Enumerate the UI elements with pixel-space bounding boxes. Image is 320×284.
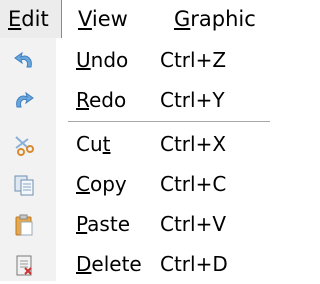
copy-label-post: opy (89, 172, 127, 196)
redo-label-mnemonic: R (76, 88, 89, 112)
menu-item-redo-label: Redo (76, 80, 126, 120)
menu-edit-mnemonic: E (8, 7, 22, 31)
menu-item-paste-shortcut: Ctrl+V (160, 212, 227, 236)
redo-label-post: edo (89, 88, 127, 112)
menu-item-undo-shortcut: Ctrl+Z (160, 48, 227, 72)
delete-icon (12, 253, 36, 277)
cut-label-pre: Cu (76, 132, 103, 156)
delete-label-post: elete (91, 252, 142, 276)
menu-item-redo[interactable]: Redo Ctrl+Y (0, 80, 270, 120)
menu-item-undo[interactable]: Undo Ctrl+Z (0, 40, 270, 80)
undo-label-post: ndo (90, 48, 129, 72)
menu-view-post: iew (91, 7, 128, 31)
menu-item-cut-label: Cut (76, 124, 110, 164)
menu-item-paste-label: Paste (76, 204, 130, 244)
paste-icon (12, 213, 36, 237)
menu-bar: Edit View Graphic (0, 0, 270, 38)
menu-item-copy-label: Copy (76, 164, 127, 204)
menu-graphic-post: raphic (190, 7, 256, 31)
menu-item-delete-shortcut: Ctrl+D (160, 252, 228, 276)
menu-item-cut-shortcut: Ctrl+X (160, 132, 227, 156)
menu-graphic[interactable]: Graphic (166, 0, 264, 38)
menu-view[interactable]: View (70, 0, 136, 38)
menu-separator (68, 121, 270, 122)
menu-item-paste[interactable]: Paste Ctrl+V (0, 204, 270, 244)
redo-icon (12, 89, 36, 113)
menu-item-redo-shortcut: Ctrl+Y (160, 88, 225, 112)
menu-graphic-mnemonic: G (174, 7, 191, 31)
paste-label-post: aste (87, 212, 130, 236)
menu-item-cut[interactable]: Cut Ctrl+X (0, 124, 270, 164)
delete-label-mnemonic: D (76, 252, 92, 276)
menu-item-copy-shortcut: Ctrl+C (160, 172, 227, 196)
undo-icon (12, 49, 36, 73)
undo-label-mnemonic: U (76, 48, 91, 72)
cut-label-mnemonic: t (102, 132, 111, 156)
menu-edit-post: dit (21, 7, 49, 31)
paste-label-mnemonic: P (76, 212, 88, 236)
menu-item-delete-label: Delete (76, 244, 142, 284)
menu-item-undo-label: Undo (76, 40, 128, 80)
menu-view-mnemonic: V (78, 7, 92, 31)
edit-dropdown-menu: Undo Ctrl+Z Redo Ctrl+Y Cut Ctrl+X Copy … (0, 38, 270, 281)
menu-item-copy[interactable]: Copy Ctrl+C (0, 164, 270, 204)
copy-label-mnemonic: C (76, 172, 90, 196)
cut-icon (12, 133, 36, 157)
copy-icon (12, 173, 36, 197)
menu-item-delete[interactable]: Delete Ctrl+D (0, 244, 270, 284)
menu-edit[interactable]: Edit (0, 0, 62, 38)
